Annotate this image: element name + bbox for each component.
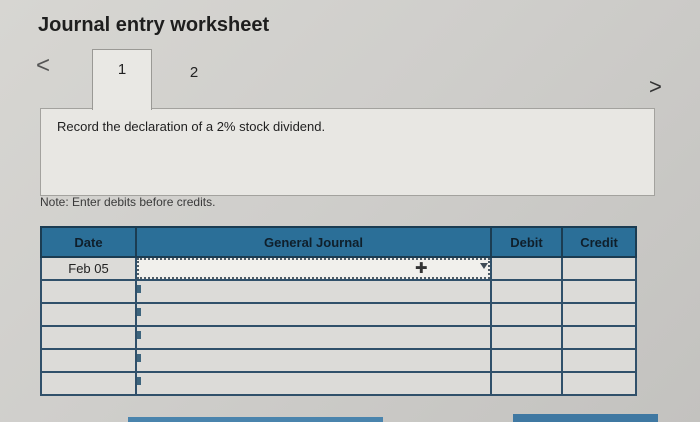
table-row [40,302,637,327]
chevron-left-icon[interactable]: < [36,54,50,78]
date-cell [40,325,137,350]
date-cell [40,371,137,396]
table-row: Feb 05 ✚ [40,256,637,281]
table-header-row: Date General Journal Debit Credit [40,226,637,258]
general-journal-dropdown[interactable] [135,371,492,396]
debit-input[interactable] [490,325,563,350]
general-journal-header: General Journal [135,226,492,258]
general-journal-dropdown[interactable] [135,348,492,373]
general-journal-dropdown[interactable] [135,302,492,327]
debit-input[interactable] [490,279,563,304]
table-row [40,279,637,304]
credit-input[interactable] [561,371,637,396]
debit-input[interactable] [490,371,563,396]
bottom-button-right[interactable] [513,414,658,422]
table-row [40,325,637,350]
move-cursor-icon: ✚ [415,260,428,277]
credit-input[interactable] [561,256,637,281]
debit-header: Debit [490,226,563,258]
note-text: Note: Enter debits before credits. [40,195,216,209]
journal-entry-worksheet: Journal entry worksheet < > 1 2 Record t… [0,0,700,422]
general-journal-dropdown[interactable] [135,279,492,304]
tab-2-label: 2 [189,64,199,81]
date-header: Date [40,226,137,258]
date-cell: Feb 05 [40,256,137,281]
row-marker [137,285,141,293]
general-journal-dropdown[interactable] [135,325,492,350]
date-cell [40,348,137,373]
journal-table: Date General Journal Debit Credit Feb 05… [40,226,637,396]
prompt-box: Record the declaration of a 2% stock div… [40,108,655,196]
credit-header: Credit [561,226,637,258]
row-marker [137,331,141,339]
credit-input[interactable] [561,325,637,350]
chevron-right-icon[interactable]: > [649,76,662,98]
bottom-button-left[interactable] [128,417,383,422]
tab-2[interactable]: 2 [166,49,222,109]
table-row [40,348,637,373]
row-marker [137,354,141,362]
row-marker [137,377,141,385]
tab-1-label: 1 [117,61,127,78]
row-marker [137,308,141,316]
prompt-text: Record the declaration of a 2% stock div… [57,119,326,134]
tab-1[interactable]: 1 [92,49,152,110]
credit-input[interactable] [561,348,637,373]
credit-input[interactable] [561,279,637,304]
credit-input[interactable] [561,302,637,327]
date-cell [40,302,137,327]
table-row [40,371,637,396]
date-cell [40,279,137,304]
chevron-down-icon[interactable] [480,263,488,269]
debit-input[interactable] [490,256,563,281]
page-title: Journal entry worksheet [38,14,270,36]
general-journal-dropdown[interactable]: ✚ [135,256,492,281]
debit-input[interactable] [490,302,563,327]
debit-input[interactable] [490,348,563,373]
